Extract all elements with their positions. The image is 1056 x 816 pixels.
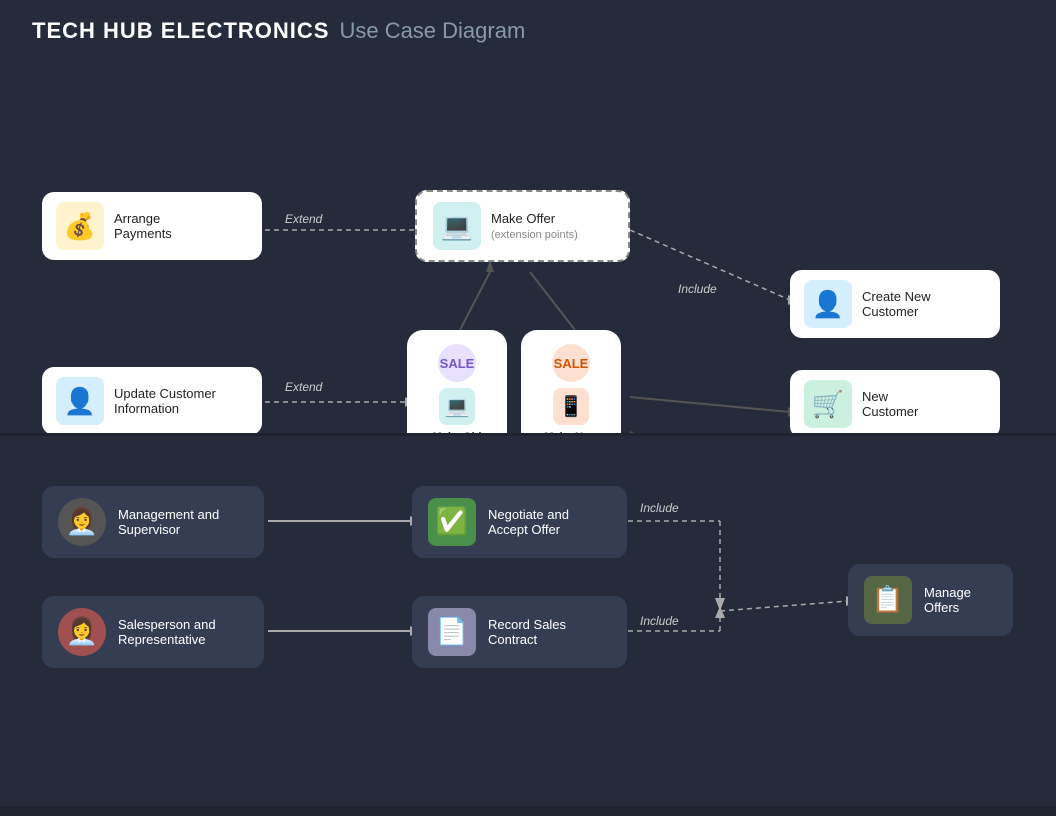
include-label-bottom-2: Include [640, 614, 679, 628]
sale-badge-new: SALE [552, 344, 590, 382]
salesperson-label: Salesperson andRepresentative [118, 617, 216, 647]
extend-label-1: Extend [285, 212, 322, 226]
make-old-offer-node: SALE 💻 Make OldCustomerOffer [407, 330, 507, 436]
update-customer-label: Update CustomerInformation [114, 386, 216, 416]
salesperson-icon: 👩‍💼 [58, 608, 106, 656]
management-label: Management andSupervisor [118, 507, 219, 537]
negotiate-icon: ✅ [428, 498, 476, 546]
make-new-offer-node: SALE 📱 Make NewCustomerOffer [521, 330, 621, 436]
create-customer-label: Create NewCustomer [862, 289, 931, 319]
main-content: Extend Extend Include 💰 ArrangePayments … [0, 62, 1056, 806]
negotiate-offer-node: ✅ Negotiate andAccept Offer [412, 486, 627, 558]
header-title-bold: TECH HUB ELECTRONICS [32, 18, 329, 44]
record-sales-icon: 📄 [428, 608, 476, 656]
include-label-1: Include [678, 282, 717, 296]
create-new-customer-node: 👤 Create NewCustomer [790, 270, 1000, 338]
new-customer-node: 🛒 NewCustomer [790, 370, 1000, 436]
negotiate-label: Negotiate andAccept Offer [488, 507, 569, 537]
new-customer-label: NewCustomer [862, 389, 918, 419]
make-offer-ext-node: 💻 Make Offer(extension points) [415, 190, 630, 262]
arrange-payments-label: ArrangePayments [114, 211, 172, 241]
arrange-payments-icon: 💰 [56, 202, 104, 250]
update-customer-node: 👤 Update CustomerInformation [42, 367, 262, 435]
record-sales-label: Record SalesContract [488, 617, 566, 647]
record-sales-node: 📄 Record SalesContract [412, 596, 627, 668]
header: TECH HUB ELECTRONICS Use Case Diagram [0, 0, 1056, 62]
include-label-bottom-1: Include [640, 501, 679, 515]
management-supervisor-node: 👩‍💼 Management andSupervisor [42, 486, 264, 558]
bottom-section: Include Include 👩‍💼 Management andSuperv… [0, 436, 1056, 807]
new-customer-icon: 🛒 [804, 380, 852, 428]
make-new-offer-icon: 📱 [553, 388, 590, 425]
manage-offers-icon: 📋 [864, 576, 912, 624]
make-offer-label: Make Offer(extension points) [491, 211, 578, 241]
salesperson-node: 👩‍💼 Salesperson andRepresentative [42, 596, 264, 668]
management-icon: 👩‍💼 [58, 498, 106, 546]
create-customer-icon: 👤 [804, 280, 852, 328]
make-old-offer-icon: 💻 [439, 388, 476, 425]
extend-label-2: Extend [285, 380, 322, 394]
top-section: Extend Extend Include 💰 ArrangePayments … [0, 62, 1056, 436]
make-offer-icon: 💻 [433, 202, 481, 250]
manage-offers-label: ManageOffers [924, 585, 971, 615]
header-title-light: Use Case Diagram [339, 18, 525, 44]
arrange-payments-node: 💰 ArrangePayments [42, 192, 262, 260]
manage-offers-node: 📋 ManageOffers [848, 564, 1013, 636]
update-customer-icon: 👤 [56, 377, 104, 425]
sale-badge-old: SALE [438, 344, 476, 382]
